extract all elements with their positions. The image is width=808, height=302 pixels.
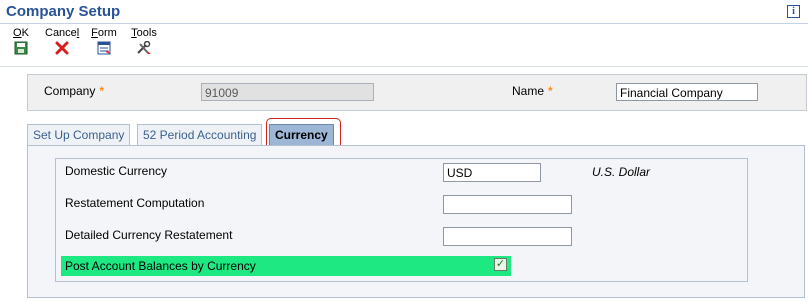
company-label: Company * — [44, 84, 105, 98]
domestic-currency-description: U.S. Dollar — [592, 165, 651, 179]
detailed-restatement-label: Detailed Currency Restatement — [65, 228, 233, 242]
required-marker: * — [99, 84, 105, 98]
cancel-button[interactable]: Cancel — [45, 27, 79, 55]
close-x-icon — [55, 41, 69, 55]
form-icon — [97, 41, 111, 55]
restatement-computation-label: Restatement Computation — [65, 196, 205, 210]
name-label: Name * — [512, 84, 553, 98]
toolbar-divider — [0, 66, 808, 67]
domestic-currency-label: Domestic Currency — [65, 164, 168, 178]
domestic-currency-field[interactable]: USD — [443, 163, 541, 182]
tools-button[interactable]: Tools — [131, 27, 157, 55]
tools-button-label: Tools — [131, 27, 157, 39]
ok-button-label: OK — [13, 27, 29, 39]
post-balances-label: Post Account Balances by Currency — [65, 259, 256, 273]
ok-button[interactable]: OK — [12, 27, 30, 55]
post-balances-checkbox[interactable]: ✓ — [494, 258, 507, 271]
window-title: Company Setup — [6, 3, 121, 20]
tab-set-up-company[interactable]: Set Up Company — [27, 124, 131, 145]
title-bar: Company Setup i — [0, 0, 808, 24]
form-button[interactable]: Form — [91, 27, 117, 55]
form-button-label: Form — [91, 27, 117, 39]
tools-icon — [137, 41, 151, 54]
cancel-button-label: Cancel — [45, 27, 80, 39]
required-marker: * — [548, 84, 553, 98]
company-field: 91009 — [201, 83, 374, 101]
checkmark-icon: ✓ — [495, 258, 506, 270]
post-balances-row: Post Account Balances by Currency ✓ — [61, 256, 511, 276]
info-icon[interactable]: i — [787, 5, 800, 18]
tab-52-period-accounting[interactable]: 52 Period Accounting — [137, 124, 263, 145]
detailed-restatement-field[interactable] — [443, 227, 572, 246]
save-icon — [14, 41, 28, 55]
name-field[interactable]: Financial Company — [616, 83, 758, 101]
toolbar: OK Cancel Form Tools — [0, 24, 808, 64]
restatement-computation-field[interactable] — [443, 195, 572, 214]
